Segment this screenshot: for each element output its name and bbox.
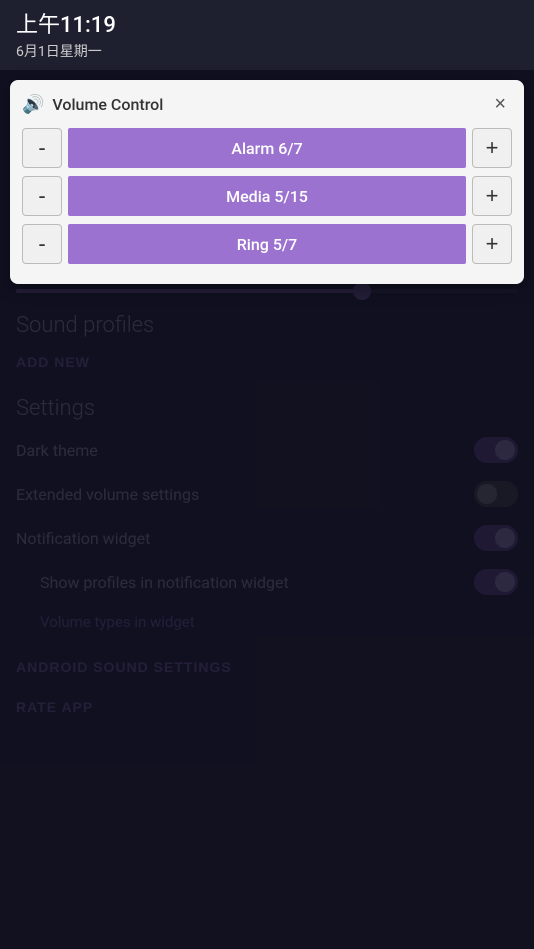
ring-row: - Ring 5/7 + <box>22 224 512 264</box>
volume-popup: 🔊 Volume Control × - Alarm 6/7 + - Media… <box>10 80 524 284</box>
popup-title-row: 🔊 Volume Control <box>22 94 163 115</box>
alarm-plus-button[interactable]: + <box>472 128 512 168</box>
media-minus-button[interactable]: - <box>22 176 62 216</box>
media-row: - Media 5/15 + <box>22 176 512 216</box>
ring-minus-button[interactable]: - <box>22 224 62 264</box>
popup-header: 🔊 Volume Control × <box>22 92 512 116</box>
alarm-row: - Alarm 6/7 + <box>22 128 512 168</box>
ring-label: Ring 5/7 <box>68 224 466 264</box>
speaker-icon: 🔊 <box>22 94 44 115</box>
alarm-label: Alarm 6/7 <box>68 128 466 168</box>
status-bar: 上午11:19 6月1日星期一 <box>0 0 534 70</box>
status-date: 6月1日星期一 <box>16 41 518 61</box>
media-label: Media 5/15 <box>68 176 466 216</box>
close-button[interactable]: × <box>488 92 512 116</box>
media-plus-button[interactable]: + <box>472 176 512 216</box>
status-time: 上午11:19 <box>16 7 518 39</box>
popup-title: Volume Control <box>52 95 163 114</box>
ring-plus-button[interactable]: + <box>472 224 512 264</box>
alarm-minus-button[interactable]: - <box>22 128 62 168</box>
